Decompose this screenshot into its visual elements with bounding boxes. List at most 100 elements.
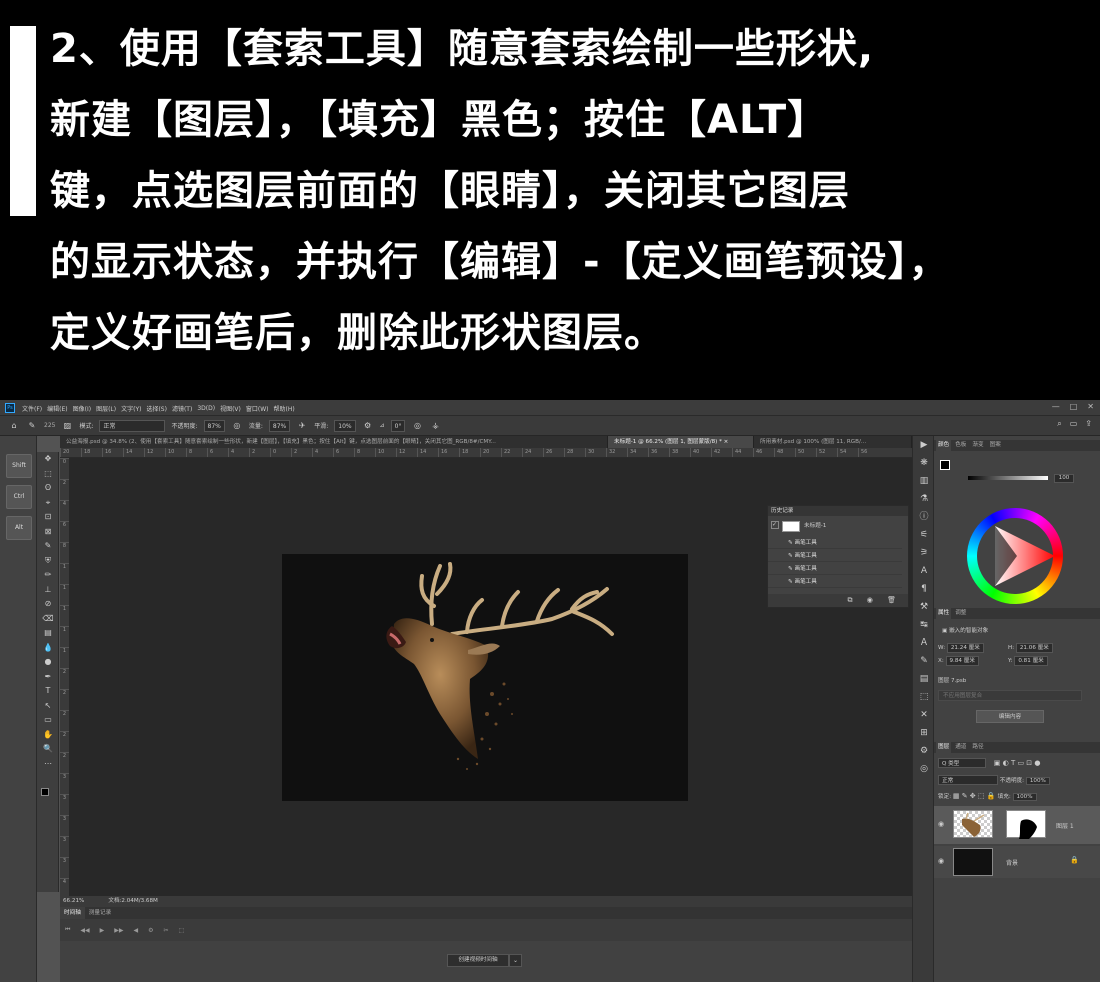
menu-select[interactable]: 选择(S) — [146, 404, 167, 413]
layer-row-background[interactable]: ◉ 背景 🔒 — [934, 846, 1100, 878]
history-item[interactable]: ✎ 画笔工具 — [768, 550, 902, 562]
create-video-timeline-button[interactable]: 创建视频时间轴 — [447, 954, 509, 967]
panel-shortcut-icon[interactable]: ◎ — [913, 760, 935, 778]
lock-icons[interactable]: ▦ ✎ ✥ ⬚ 🔒 — [953, 792, 998, 800]
smooth-input[interactable]: 10% — [334, 419, 356, 432]
foreground-color-icon[interactable] — [41, 788, 49, 796]
layer-name[interactable]: 图层 1 — [1056, 821, 1074, 830]
menu-help[interactable]: 帮助(H) — [274, 404, 295, 413]
color-triangle[interactable] — [967, 508, 1063, 604]
maximize-button[interactable]: □ — [1070, 402, 1078, 411]
timeline-control-icon[interactable]: ⚙ — [148, 927, 153, 934]
tool-2-icon[interactable]: ʘ — [37, 481, 59, 496]
brightness-slider[interactable] — [968, 476, 1048, 480]
tool-3-icon[interactable]: ⌖ — [37, 496, 59, 511]
menu-layer[interactable]: 图层(L) — [96, 404, 116, 413]
eye-icon[interactable]: ◉ — [938, 857, 944, 865]
settings-icon[interactable]: ⚙ — [362, 420, 374, 432]
width-input[interactable]: 21.24 厘米 — [946, 643, 984, 653]
minimize-button[interactable]: — — [1052, 402, 1060, 411]
layer-mask-thumbnail[interactable] — [1006, 810, 1046, 839]
tab-untitled[interactable]: 未标题-1 @ 66.2% (图层 1, 图层蒙版/8) * × — [608, 436, 754, 448]
tool-18-icon[interactable]: ▭ — [37, 713, 59, 728]
tool-14-icon[interactable]: ● — [37, 655, 59, 670]
panel-shortcut-icon[interactable]: ▥ — [913, 472, 935, 490]
edit-contents-button[interactable]: 编辑内容 — [976, 710, 1044, 723]
panel-shortcut-icon[interactable]: ⚞ — [913, 544, 935, 562]
zoom-level[interactable]: 66.21% — [63, 896, 84, 907]
tool-17-icon[interactable]: ↖ — [37, 699, 59, 714]
panel-shortcut-icon[interactable]: ⚒ — [913, 598, 935, 616]
tab-materials[interactable]: 所用素材.psd @ 100% (图层 11, RGB/... — [754, 436, 912, 448]
panel-shortcut-icon[interactable]: Ａ — [913, 634, 935, 652]
tool-5-icon[interactable]: ⊠ — [37, 525, 59, 540]
tab-properties[interactable]: 属性 — [936, 608, 952, 619]
timeline-control-icon[interactable]: ⏮ — [65, 926, 70, 934]
layer-comp-select[interactable]: 不应用图层复合 — [938, 690, 1082, 701]
pressure-size-icon[interactable]: ◎ — [411, 420, 423, 432]
blend-mode-select[interactable]: 正常 — [938, 775, 998, 785]
tool-10-icon[interactable]: ⊘ — [37, 597, 59, 612]
menu-file[interactable]: 文件(F) — [22, 404, 42, 413]
panel-shortcut-icon[interactable]: ✕ — [913, 706, 935, 724]
layer-thumbnail[interactable] — [953, 810, 993, 838]
panel-shortcut-icon[interactable]: ⓘ — [913, 508, 935, 526]
menu-edit[interactable]: 编辑(E) — [47, 404, 67, 413]
panel-shortcut-icon[interactable]: ▤ — [913, 670, 935, 688]
color-wheel[interactable] — [967, 508, 1063, 604]
checkbox-icon[interactable]: ✓ — [771, 521, 779, 529]
share-icon[interactable]: ⇪ — [1085, 419, 1092, 429]
tab-channels[interactable]: 通道 — [953, 742, 968, 753]
tool-16-icon[interactable]: T — [37, 684, 59, 699]
panel-shortcut-icon[interactable]: ⊞ — [913, 724, 935, 742]
tab-poster[interactable]: 公益海报.psd @ 34.8% (2、使用【套索工具】随意套索绘制一些形状，新… — [60, 436, 608, 448]
tab-adjustments[interactable]: 调整 — [953, 608, 968, 619]
menu-3d[interactable]: 3D(D) — [197, 405, 215, 412]
angle-input[interactable]: 0° — [390, 419, 406, 432]
tab-gradients[interactable]: 渐变 — [970, 440, 985, 451]
tab-paths[interactable]: 路径 — [970, 742, 985, 753]
tab-patterns[interactable]: 图案 — [988, 440, 1003, 451]
history-item[interactable]: ✎ 画笔工具 — [768, 563, 902, 575]
mode-select[interactable]: 正常 — [99, 419, 166, 432]
layer-row-active[interactable]: ◉ 图层 1 — [934, 806, 1100, 844]
shift-key-button[interactable]: Shift — [6, 454, 32, 478]
panel-shortcut-icon[interactable]: A — [913, 562, 935, 580]
document-canvas[interactable] — [282, 554, 688, 801]
layer-name[interactable]: 背景 — [1006, 858, 1018, 867]
background-thumbnail[interactable] — [953, 848, 993, 876]
foreground-swatch[interactable] — [940, 460, 950, 470]
timeline-control-icon[interactable]: ⬚ — [179, 927, 185, 934]
tool-1-icon[interactable]: ⬚ — [37, 467, 59, 482]
tool-20-icon[interactable]: 🔍 — [37, 742, 59, 757]
home-icon[interactable]: ⌂ — [8, 420, 20, 432]
panel-shortcut-icon[interactable]: ⬚ — [913, 688, 935, 706]
brush-size[interactable]: 225 — [44, 422, 55, 429]
panel-shortcut-icon[interactable]: ❋ — [913, 454, 935, 472]
tab-swatches[interactable]: 色板 — [953, 440, 968, 451]
opacity-input[interactable]: 87% — [203, 419, 225, 432]
height-input[interactable]: 21.06 厘米 — [1015, 643, 1053, 653]
panel-shortcut-icon[interactable]: ¶ — [913, 580, 935, 598]
tool-7-icon[interactable]: ⛨ — [37, 554, 59, 569]
x-input[interactable]: 9.84 厘米 — [945, 656, 979, 666]
tab-layers[interactable]: 图层 — [936, 742, 952, 753]
tool-4-icon[interactable]: ⊡ — [37, 510, 59, 525]
pressure-opacity-icon[interactable]: ◎ — [231, 420, 243, 432]
tab-timeline[interactable]: 时间轴 — [60, 907, 85, 919]
symmetry-icon[interactable]: ⚶ — [429, 420, 441, 432]
search-icon[interactable]: ⌕ — [1057, 419, 1061, 429]
timeline-control-icon[interactable]: ◀◀ — [80, 927, 89, 934]
alt-key-button[interactable]: Alt — [6, 516, 32, 540]
tool-6-icon[interactable]: ✎ — [37, 539, 59, 554]
airbrush-icon[interactable]: ✈ — [296, 420, 308, 432]
panel-shortcut-icon[interactable]: ⚙ — [913, 742, 935, 760]
tool-11-icon[interactable]: ⌫ — [37, 612, 59, 627]
tool-13-icon[interactable]: 💧 — [37, 641, 59, 656]
chevron-down-icon[interactable]: ⌄ — [509, 954, 522, 967]
tool-8-icon[interactable]: ✏ — [37, 568, 59, 583]
tool-0-icon[interactable]: ✥ — [37, 452, 59, 467]
menu-type[interactable]: 文字(Y) — [121, 404, 141, 413]
panel-shortcut-icon[interactable]: ⚟ — [913, 526, 935, 544]
panel-shortcut-icon[interactable]: ▶ — [913, 436, 935, 454]
